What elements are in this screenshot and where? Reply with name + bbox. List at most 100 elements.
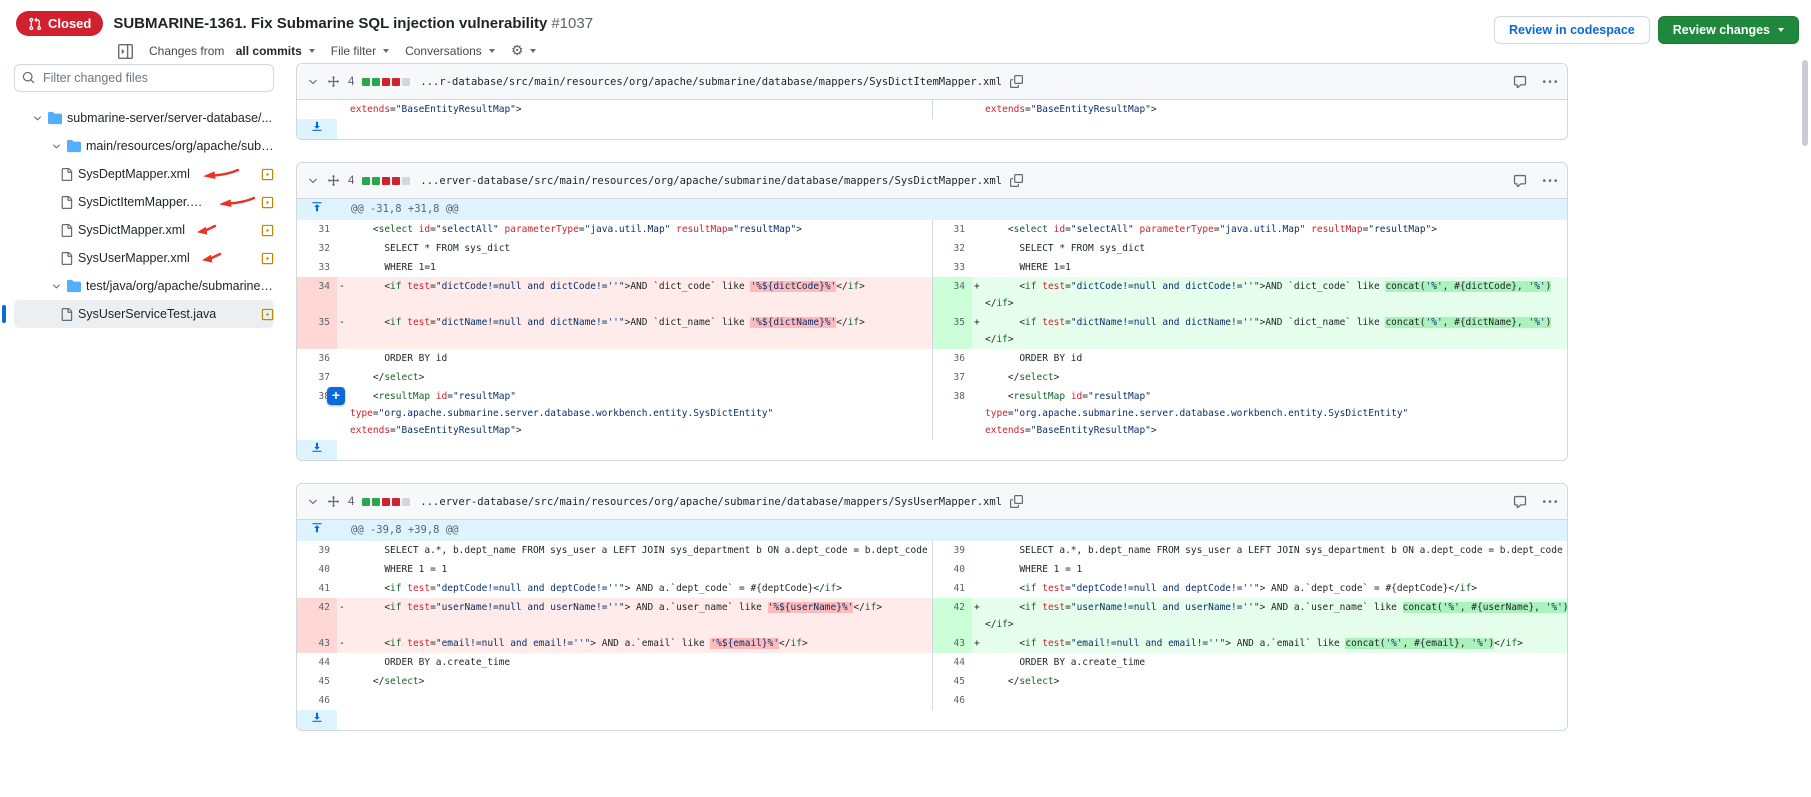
code-cell[interactable]: - <if test="dictName!=null and dictName!…: [337, 313, 932, 349]
review-changes-button[interactable]: Review changes: [1658, 16, 1799, 44]
line-number-cell: 35: [297, 313, 337, 349]
expand-hunk-button[interactable]: [297, 199, 337, 220]
code-cell[interactable]: SELECT a.*, b.dept_name FROM sys_user a …: [972, 541, 1567, 560]
code-cell[interactable]: [337, 691, 932, 710]
code-cell[interactable]: SELECT * FROM sys_dict: [972, 239, 1567, 258]
tree-folder-item[interactable]: test/java/org/apache/submarine/s...: [14, 272, 274, 300]
code-cell[interactable]: <select id="selectAll" parameterType="ja…: [337, 220, 932, 239]
tree-item-label: SysDictMapper.xml: [78, 223, 185, 237]
copy-path-button[interactable]: [1010, 75, 1023, 88]
file-kebab-menu[interactable]: [1543, 174, 1557, 188]
diff-row: 43- <if test="email!=null and email!=''"…: [297, 634, 1567, 653]
code-cell[interactable]: SELECT * FROM sys_dict: [337, 239, 932, 258]
diff-row: 31 <select id="selectAll" parameterType=…: [297, 220, 1567, 239]
code-cell[interactable]: WHERE 1 = 1: [972, 560, 1567, 579]
tree-file-item[interactable]: SysDeptMapper.xml: [14, 160, 274, 188]
move-icon: [327, 174, 340, 187]
code-cell[interactable]: ORDER BY a.create_time: [972, 653, 1567, 672]
line-number-cell: [932, 100, 972, 119]
diff-row: 32 SELECT * FROM sys_dict32 SELECT * FRO…: [297, 239, 1567, 258]
code-cell[interactable]: extends="BaseEntityResultMap">: [337, 100, 932, 119]
line-number-cell: 39: [932, 541, 972, 560]
collapse-file-button[interactable]: [307, 496, 319, 508]
toggle-comments-button[interactable]: [1513, 174, 1527, 188]
page-scrollbar[interactable]: [1802, 60, 1808, 146]
toggle-comments-button[interactable]: [1513, 75, 1527, 89]
drag-handle-icon[interactable]: [327, 75, 340, 88]
code-cell[interactable]: + <resultMap id="resultMap" type="org.ap…: [337, 387, 932, 440]
tree-file-item[interactable]: SysUserServiceTest.java: [14, 300, 274, 328]
code-cell[interactable]: - <if test="email!=null and email!=''"> …: [337, 634, 932, 653]
annotation-arrow: [216, 195, 256, 209]
file-kebab-menu[interactable]: [1543, 495, 1557, 509]
code-cell[interactable]: [972, 691, 1567, 710]
unfold-down-icon: [311, 120, 323, 132]
code-cell[interactable]: ORDER BY id: [972, 349, 1567, 368]
comment-icon: [1513, 495, 1527, 509]
drag-handle-icon[interactable]: [327, 495, 340, 508]
expand-down-button[interactable]: [297, 710, 337, 730]
expand-down-button[interactable]: [297, 119, 337, 139]
code-cell[interactable]: + <if test="userName!=null and userName!…: [972, 598, 1567, 634]
expander-row: [297, 119, 1567, 139]
code-cell[interactable]: <if test="deptCode!=null and deptCode!='…: [972, 579, 1567, 598]
code-cell[interactable]: ORDER BY a.create_time: [337, 653, 932, 672]
code-cell[interactable]: + <if test="dictName!=null and dictName!…: [972, 313, 1567, 349]
code-cell[interactable]: - <if test="userName!=null and userName!…: [337, 598, 932, 634]
code-cell[interactable]: </select>: [337, 672, 932, 691]
collapse-file-button[interactable]: [307, 175, 319, 187]
tree-file-item[interactable]: SysUserMapper.xml: [14, 244, 274, 272]
gear-icon: ⚙: [511, 43, 524, 59]
code-cell[interactable]: </select>: [337, 368, 932, 387]
collapse-file-button[interactable]: [307, 76, 319, 88]
toggle-comments-button[interactable]: [1513, 495, 1527, 509]
conversations-dropdown[interactable]: Conversations: [405, 44, 495, 58]
code-cell[interactable]: <select id="selectAll" parameterType="ja…: [972, 220, 1567, 239]
tree-folder-item[interactable]: main/resources/org/apache/subm...: [14, 132, 274, 160]
pr-header: Closed SUBMARINE-1361. Fix Submarine SQL…: [0, 0, 1811, 56]
line-number-cell: 35: [932, 313, 972, 349]
diff-settings-dropdown[interactable]: ⚙: [511, 43, 537, 59]
tree-file-item[interactable]: SysDictItemMapper.xml: [14, 188, 274, 216]
chevron-down-icon: [307, 175, 319, 187]
copy-path-button[interactable]: [1010, 174, 1023, 187]
code-cell[interactable]: ORDER BY id: [337, 349, 932, 368]
tree-item-label: SysDictItemMapper.xml: [78, 195, 206, 209]
add-comment-button[interactable]: +: [327, 387, 345, 405]
code-cell[interactable]: + <if test="dictCode!=null and dictCode!…: [972, 277, 1567, 313]
review-in-codespace-button[interactable]: Review in codespace: [1494, 16, 1650, 44]
chevron-down-icon: [51, 141, 62, 152]
diff-panels: 4...r-database/src/main/resources/org/ap…: [288, 56, 1568, 753]
code-cell[interactable]: </select>: [972, 672, 1567, 691]
diffstat-squares: [362, 498, 410, 506]
chevron-down-icon: [32, 113, 43, 124]
expand-down-button[interactable]: [297, 440, 337, 460]
diff-row: 46 46: [297, 691, 1567, 710]
expand-hunk-button[interactable]: [297, 520, 337, 541]
code-cell[interactable]: extends="BaseEntityResultMap">: [972, 100, 1567, 119]
tree-folder-item[interactable]: submarine-server/server-database/...: [14, 104, 274, 132]
copy-path-button[interactable]: [1010, 495, 1023, 508]
code-cell[interactable]: SELECT a.*, b.dept_name FROM sys_user a …: [337, 541, 932, 560]
sidebar-toggle-icon[interactable]: [118, 44, 133, 59]
code-cell[interactable]: WHERE 1 = 1: [337, 560, 932, 579]
code-cell[interactable]: <resultMap id="resultMap" type="org.apac…: [972, 387, 1567, 440]
file-path: ...erver-database/src/main/resources/org…: [420, 175, 1002, 187]
code-cell[interactable]: + <if test="email!=null and email!=''"> …: [972, 634, 1567, 653]
file-tree: submarine-server/server-database/...main…: [14, 104, 274, 328]
code-cell[interactable]: WHERE 1=1: [337, 258, 932, 277]
drag-handle-icon[interactable]: [327, 174, 340, 187]
tree-file-item[interactable]: SysDictMapper.xml: [14, 216, 274, 244]
filter-changed-files-input[interactable]: [14, 64, 274, 92]
file-kebab-menu[interactable]: [1543, 75, 1557, 89]
file-filter-dropdown[interactable]: File filter: [331, 44, 389, 58]
line-number-cell: 41: [932, 579, 972, 598]
code-cell[interactable]: WHERE 1=1: [972, 258, 1567, 277]
expander-row: [297, 710, 1567, 730]
code-cell[interactable]: </select>: [972, 368, 1567, 387]
code-cell[interactable]: - <if test="dictCode!=null and dictCode!…: [337, 277, 932, 313]
code-cell[interactable]: <if test="deptCode!=null and deptCode!='…: [337, 579, 932, 598]
changes-from-dropdown[interactable]: Changes from all commits: [149, 44, 315, 58]
annotation-arrow: [200, 251, 222, 265]
line-number-cell: 45: [932, 672, 972, 691]
